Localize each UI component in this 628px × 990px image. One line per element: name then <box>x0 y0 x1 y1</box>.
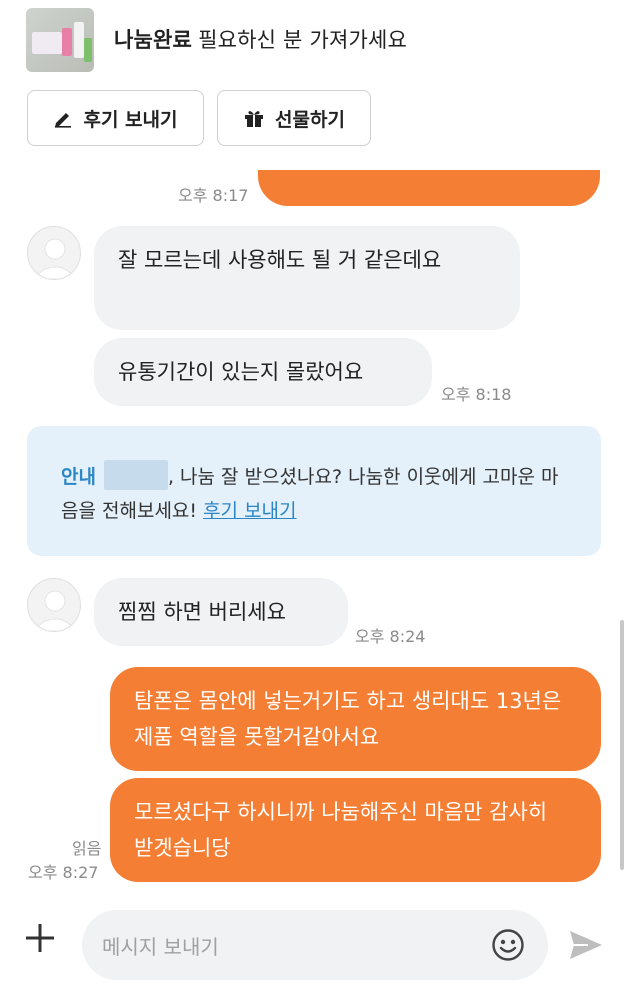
status-badge: 나눔완료 <box>114 28 193 52</box>
chat-header: 나눔완료 필요하신 분 가져가세요 후기 보내기 선물하기 <box>0 0 628 170</box>
message-input[interactable]: 메시지 보내기 <box>82 910 548 980</box>
gift-icon <box>245 111 264 127</box>
outgoing-message: 탐폰은 몸안에 넣는거기도 하고 생리대도 13년은 제품 역할을 못할거같아서… <box>110 667 601 771</box>
message-time: 오후 8:18 <box>441 385 512 404</box>
incoming-message: 찜찜 하면 버리세요 <box>94 578 348 646</box>
message-time: 오후 8:24 <box>355 627 426 646</box>
smile-icon[interactable] <box>491 928 525 962</box>
avatar[interactable] <box>27 578 81 632</box>
scrollbar[interactable] <box>620 620 624 870</box>
review-button-label: 후기 보내기 <box>83 108 178 131</box>
incoming-message: 잘 모르는데 사용해도 될 거 같은데요 <box>94 226 520 330</box>
notice-tag: 안내 <box>61 466 96 488</box>
product-title: 필요하신 분 가져가세요 <box>198 28 408 52</box>
pencil-icon <box>55 113 72 128</box>
review-button[interactable]: 후기 보내기 <box>27 90 204 146</box>
plus-icon[interactable] <box>22 920 58 956</box>
masked-username <box>103 460 168 490</box>
gift-button[interactable]: 선물하기 <box>217 90 371 146</box>
gift-button-label: 선물하기 <box>275 108 345 131</box>
avatar[interactable] <box>27 226 81 280</box>
product-status: 나눔완료 필요하신 분 가져가세요 <box>114 24 407 54</box>
message-input-placeholder: 메시지 보내기 <box>102 934 219 959</box>
outgoing-message: 모르셨다구 하시니까 나눔해주신 마음만 감사히 받겟습니당 <box>110 778 601 882</box>
message-time: 오후 8:27 <box>28 863 99 882</box>
message-time: 오후 8:17 <box>178 186 249 205</box>
read-receipt: 읽음 <box>72 839 102 858</box>
review-notice: 안내, 나눔 잘 받으셨나요? 나눔한 이웃에게 고마운 마음을 전해보세요! … <box>27 426 601 556</box>
product-thumbnail[interactable] <box>26 8 94 72</box>
incoming-message: 유통기간이 있는지 몰랐어요 <box>94 338 432 406</box>
notice-review-link[interactable]: 후기 보내기 <box>203 500 296 522</box>
send-icon[interactable] <box>568 929 604 961</box>
